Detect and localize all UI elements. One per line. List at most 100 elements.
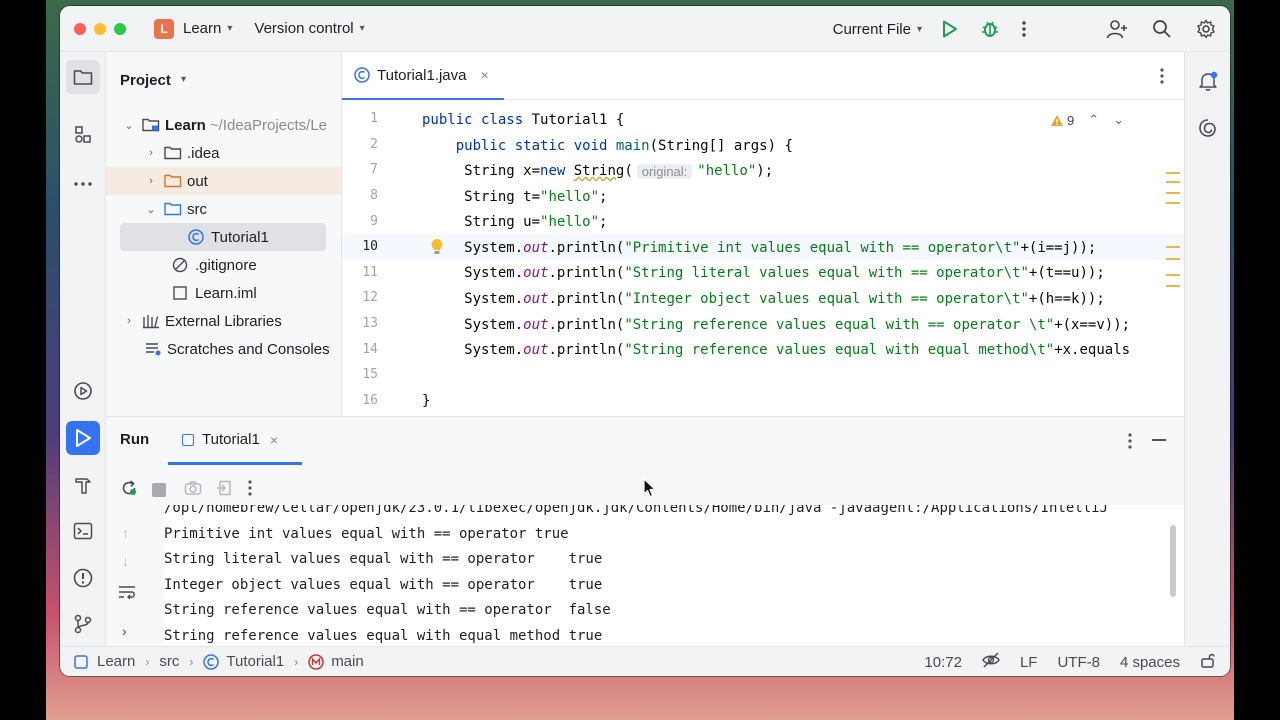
more-icon[interactable]	[1022, 21, 1026, 37]
inspection-widget[interactable]: 9 ⌃ ⌄	[1050, 112, 1124, 128]
method-icon	[308, 653, 326, 670]
zoom-window-button[interactable]	[114, 22, 126, 35]
window-controls	[74, 22, 126, 35]
console-side-toolbar: ↑ ↓ ›	[112, 515, 142, 645]
tree-item-gitignore[interactable]: .gitignore	[106, 251, 341, 279]
tree-label: Scratches and Consoles	[167, 340, 330, 358]
run-tool-button[interactable]	[66, 421, 100, 455]
project-selector[interactable]: Learn	[183, 20, 221, 37]
terminal-icon	[73, 522, 93, 540]
java-class-icon	[203, 653, 221, 670]
tree-item-src[interactable]: ⌄ src	[106, 195, 341, 223]
unlock-icon[interactable]	[1200, 652, 1216, 672]
add-user-icon[interactable]	[1106, 19, 1128, 39]
caret-position[interactable]: 10:72	[924, 654, 962, 671]
close-tab-icon[interactable]: ×	[270, 432, 278, 448]
close-window-button[interactable]	[74, 22, 86, 35]
run-tab-tutorial1[interactable]: Tutorial1 ×	[182, 431, 278, 448]
version-control-menu[interactable]: Version control	[254, 20, 353, 37]
editor-tab-tutorial1[interactable]: Tutorial1.java ×	[342, 52, 504, 100]
chevron-down-icon: ▾	[181, 74, 187, 85]
notifications-button[interactable]	[1191, 64, 1225, 98]
rerun-icon[interactable]	[120, 479, 138, 502]
screenshot-icon[interactable]	[184, 480, 202, 501]
breadcrumb-tutorial1[interactable]: Tutorial1	[226, 653, 284, 670]
code-line-2: public static void main (String[] args) {	[422, 138, 793, 154]
structure-tool-button[interactable]	[66, 118, 100, 152]
excluded-folder-icon	[164, 174, 182, 188]
next-highlight-icon[interactable]: ⌄	[1113, 112, 1124, 128]
settings-icon[interactable]	[1196, 19, 1216, 39]
file-icon	[172, 286, 190, 300]
run-tab-label: Tutorial1	[202, 431, 260, 448]
minimize-window-button[interactable]	[94, 22, 106, 35]
line-ending-selector[interactable]: LF	[1020, 654, 1038, 671]
source-folder-icon	[164, 202, 182, 216]
folder-icon	[164, 146, 182, 160]
folder-icon	[73, 70, 93, 85]
project-panel-title[interactable]: Project	[120, 72, 171, 89]
project-tool-button[interactable]	[66, 60, 100, 94]
active-tab-indicator	[168, 462, 302, 465]
line-number: 2	[370, 137, 378, 152]
git-tool-button[interactable]	[66, 607, 100, 641]
problems-icon	[73, 568, 93, 588]
chevron-right-icon: ›	[127, 315, 131, 327]
project-badge[interactable]: L	[154, 18, 174, 39]
ai-assistant-button[interactable]	[1191, 111, 1225, 145]
code-line-16: }	[422, 393, 431, 409]
more-tools-button[interactable]	[66, 167, 100, 201]
debug-icon[interactable]	[980, 19, 1000, 39]
tree-item-tutorial1[interactable]: Tutorial1	[120, 223, 326, 251]
tree-item-idea[interactable]: › .idea	[106, 139, 341, 167]
build-tool-button[interactable]	[66, 468, 100, 502]
tree-item-out[interactable]: › out	[106, 167, 341, 195]
breadcrumb-src[interactable]: src	[159, 653, 179, 670]
no-inspection-icon[interactable]	[982, 651, 1000, 673]
terminal-tool-button[interactable]	[66, 514, 100, 548]
console-scrollbar[interactable]	[1170, 525, 1176, 597]
line-number: 13	[362, 316, 378, 331]
more-icon[interactable]	[1128, 433, 1132, 454]
tree-item-scratches[interactable]: Scratches and Consoles	[106, 335, 341, 363]
line-number: 10	[362, 239, 378, 254]
tree-item-external-libraries[interactable]: › External Libraries	[106, 307, 341, 335]
title-bar: L Learn ▾ Version control ▾ Current File…	[60, 6, 1230, 52]
run-panel-header: Run Tutorial1 ×	[106, 417, 1184, 465]
console-output[interactable]: /opt/homebrew/Cellar/openjdk/23.0.1/libe…	[164, 505, 1184, 647]
breadcrumb-main[interactable]: main	[331, 653, 364, 670]
services-tool-button[interactable]	[66, 374, 100, 408]
code-editor[interactable]: Tutorial1.java × 1 2 7 8 9 10 11 12 13 1…	[342, 52, 1184, 416]
more-icon[interactable]	[248, 479, 252, 501]
soft-wrap-icon[interactable]	[118, 585, 136, 604]
close-tab-icon[interactable]: ×	[481, 67, 489, 83]
console-line: Integer object values equal with == oper…	[164, 576, 603, 593]
run-icon[interactable]	[942, 20, 958, 38]
play-icon	[76, 429, 91, 447]
previous-highlight-icon[interactable]: ⌃	[1088, 112, 1099, 128]
run-config-selector[interactable]: Current File	[833, 21, 911, 38]
encoding-selector[interactable]: UTF-8	[1057, 654, 1100, 671]
breadcrumb-learn[interactable]: Learn	[97, 653, 135, 670]
console-line: String literal values equal with == oper…	[164, 550, 603, 567]
down-arrow-icon[interactable]: ↓	[122, 553, 129, 569]
indent-selector[interactable]: 4 spaces	[1120, 654, 1180, 671]
chevron-right-icon[interactable]: ›	[122, 623, 127, 639]
problems-tool-button[interactable]	[66, 561, 100, 595]
tree-label: out	[187, 172, 208, 190]
module-icon	[74, 654, 92, 669]
tree-item-learn-iml[interactable]: Learn.iml	[106, 279, 341, 307]
minimize-panel-icon[interactable]	[1152, 439, 1166, 441]
more-icon[interactable]	[1160, 68, 1164, 89]
exit-icon[interactable]	[216, 480, 232, 501]
warning-count: 9	[1066, 112, 1075, 128]
search-icon[interactable]	[1152, 19, 1172, 39]
hammer-icon	[75, 478, 91, 494]
stop-icon[interactable]	[152, 483, 166, 497]
console-line: String reference values equal with equal…	[164, 627, 603, 644]
chevron-down-icon: ▾	[359, 23, 365, 34]
code-line-13: System. out .println("String reference val…	[422, 317, 1131, 333]
line-number: 16	[362, 393, 378, 408]
up-arrow-icon[interactable]: ↑	[122, 525, 129, 541]
tree-item-learn[interactable]: ⌄ Learn ~/IdeaProjects/Le	[106, 111, 341, 139]
